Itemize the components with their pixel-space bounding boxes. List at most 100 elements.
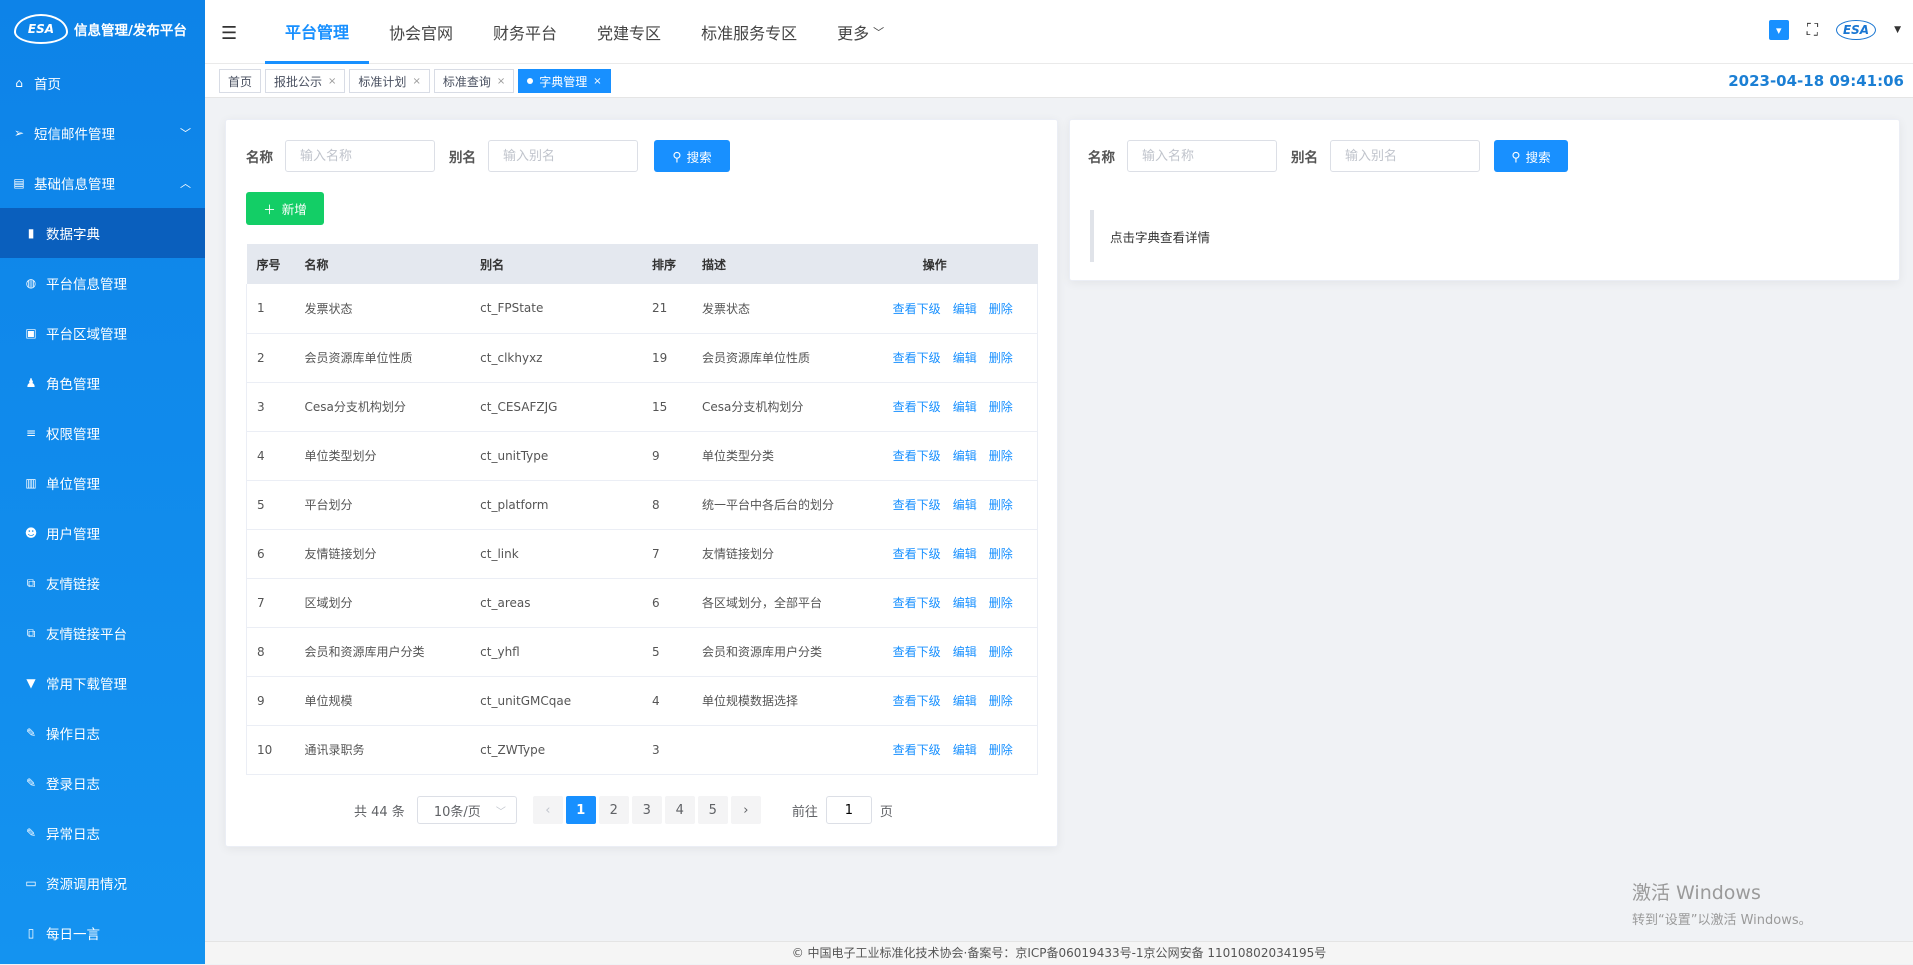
edit-link[interactable]: 编辑 xyxy=(953,400,977,414)
edit-link[interactable]: 编辑 xyxy=(953,351,977,365)
edit-link[interactable]: 编辑 xyxy=(953,547,977,561)
add-button[interactable]: ＋ 新增 xyxy=(246,192,324,225)
view-children-link[interactable]: 查看下级 xyxy=(893,743,941,757)
sidebar-item-users[interactable]: ☻ 用户管理 xyxy=(0,508,205,558)
view-children-link[interactable]: 查看下级 xyxy=(893,302,941,316)
delete-link[interactable]: 删除 xyxy=(989,645,1013,659)
view-children-link[interactable]: 查看下级 xyxy=(893,400,941,414)
sidebar-item-friend-link-platform[interactable]: ⧉ 友情链接平台 xyxy=(0,608,205,658)
next-page-button[interactable]: › xyxy=(730,796,761,824)
view-children-link[interactable]: 查看下级 xyxy=(893,694,941,708)
delete-link[interactable]: 删除 xyxy=(989,547,1013,561)
sidebar-item-exception-log[interactable]: ✎ 异常日志 xyxy=(0,808,205,858)
search-button[interactable]: ⚲ 搜索 xyxy=(654,140,730,172)
delete-link[interactable]: 删除 xyxy=(989,743,1013,757)
topnav-association-site[interactable]: 协会官网 xyxy=(369,0,473,64)
row-actions: 查看下级 编辑 删除 xyxy=(868,578,1038,628)
close-icon[interactable]: × xyxy=(412,76,420,87)
sidebar-item-data-dictionary[interactable]: ▮ 数据字典 xyxy=(0,208,205,258)
view-children-link[interactable]: 查看下级 xyxy=(893,645,941,659)
view-children-link[interactable]: 查看下级 xyxy=(893,449,941,463)
delete-link[interactable]: 删除 xyxy=(989,400,1013,414)
sidebar-item-downloads[interactable]: ▼ 常用下载管理 xyxy=(0,658,205,708)
user-avatar[interactable]: ESA xyxy=(1835,20,1877,40)
view-children-link[interactable]: 查看下级 xyxy=(893,351,941,365)
total-count: 共 44 条 xyxy=(354,804,405,820)
sidebar-item-platform-region[interactable]: ▣ 平台区域管理 xyxy=(0,308,205,358)
delete-link[interactable]: 删除 xyxy=(989,596,1013,610)
download-icon: ▼ xyxy=(26,676,36,690)
detail-name-search-input[interactable] xyxy=(1127,140,1277,172)
sidebar-item-roles[interactable]: ♟ 角色管理 xyxy=(0,358,205,408)
page-button-3[interactable]: 3 xyxy=(631,796,662,824)
close-icon[interactable]: × xyxy=(328,76,336,87)
topnav-more[interactable]: 更多 ﹀ xyxy=(817,0,904,64)
sidebar-item-resource-usage[interactable]: ▭ 资源调用情况 xyxy=(0,858,205,908)
prev-page-button[interactable]: ‹ xyxy=(532,796,563,824)
edit-link[interactable]: 编辑 xyxy=(953,694,977,708)
tab-standard-plan[interactable]: 标准计划 × xyxy=(349,69,430,93)
row-description: 各区域划分，全部平台 xyxy=(691,578,869,628)
topnav-platform-management[interactable]: 平台管理 xyxy=(265,0,370,64)
page-button-1[interactable]: 1 xyxy=(565,796,596,824)
delete-link[interactable]: 删除 xyxy=(989,694,1013,708)
dictionary-list-panel: 名称 别名 ⚲ 搜索 ＋ 新增 序号 名称 别名 排序 描述 操作 1发票状态c… xyxy=(225,119,1058,847)
page-button-2[interactable]: 2 xyxy=(598,796,629,824)
detail-search-button[interactable]: ⚲ 搜索 xyxy=(1494,140,1568,172)
edit-link[interactable]: 编辑 xyxy=(953,645,977,659)
sidebar-item-daily-quote[interactable]: ▯ 每日一言 xyxy=(0,908,205,958)
delete-link[interactable]: 删除 xyxy=(989,498,1013,512)
tabs-bar: 首页 报批公示 × 标准计划 × 标准查询 × 字典管理 × 2023-04-1… xyxy=(205,64,1913,98)
app-logo[interactable]: ESA 信息管理/发布平台 xyxy=(0,0,205,58)
table-row: 8 会员和资源库用户分类 ct_yhfl 5 会员和资源库用户分类 查看下级 编辑 删除 xyxy=(246,627,1038,677)
page-button-4[interactable]: 4 xyxy=(664,796,695,824)
topnav-standard-service[interactable]: 标准服务专区 xyxy=(681,0,817,64)
close-icon[interactable]: × xyxy=(497,76,505,87)
fullscreen-icon[interactable]: ⛶ xyxy=(1807,20,1818,40)
sidebar-item-platform-info[interactable]: ◍ 平台信息管理 xyxy=(0,258,205,308)
sidebar-item-login-log[interactable]: ✎ 登录日志 xyxy=(0,758,205,808)
detail-alias-search-input[interactable] xyxy=(1330,140,1480,172)
sidebar-item-home[interactable]: ⌂ 首页 xyxy=(0,58,205,108)
row-description: 友情链接划分 xyxy=(691,529,869,579)
close-icon[interactable]: × xyxy=(593,76,601,87)
edit-link[interactable]: 编辑 xyxy=(953,743,977,757)
search-icon: ⚲ xyxy=(1511,148,1521,164)
row-sort: 15 xyxy=(642,382,692,432)
topnav-party-building[interactable]: 党建专区 xyxy=(577,0,681,64)
tab-standard-query[interactable]: 标准查询 × xyxy=(433,69,515,93)
tab-dictionary-management[interactable]: 字典管理 × xyxy=(518,69,611,93)
caret-down-icon[interactable]: ▼ xyxy=(1894,25,1901,35)
plus-icon: ＋ xyxy=(263,202,276,217)
delete-link[interactable]: 删除 xyxy=(989,449,1013,463)
row-actions: 查看下级 编辑 删除 xyxy=(868,725,1038,775)
edit-link[interactable]: 编辑 xyxy=(953,498,977,512)
goto-page-input[interactable] xyxy=(825,796,872,824)
tab-approval-notice[interactable]: 报批公示 × xyxy=(265,69,346,93)
tab-home[interactable]: 首页 xyxy=(219,69,262,93)
view-children-link[interactable]: 查看下级 xyxy=(893,547,941,561)
view-children-link[interactable]: 查看下级 xyxy=(893,498,941,512)
sidebar-item-operation-log[interactable]: ✎ 操作日志 xyxy=(0,708,205,758)
external-link-icon: ⧉ xyxy=(26,575,36,590)
dropdown-toggle-icon[interactable]: ▾ xyxy=(1768,20,1789,40)
sidebar-item-permissions[interactable]: ≡ 权限管理 xyxy=(0,408,205,458)
topnav-finance-platform[interactable]: 财务平台 xyxy=(473,0,577,64)
edit-link[interactable]: 编辑 xyxy=(953,596,977,610)
menu-toggle-icon[interactable]: ☰ xyxy=(221,23,237,44)
home-icon: ⌂ xyxy=(15,76,23,90)
name-search-input[interactable] xyxy=(285,140,435,172)
delete-link[interactable]: 删除 xyxy=(989,302,1013,316)
delete-link[interactable]: 删除 xyxy=(989,351,1013,365)
alias-search-input[interactable] xyxy=(488,140,638,172)
row-index: 1 xyxy=(246,284,295,334)
page-size-select[interactable]: 10条/页 ﹀ xyxy=(416,796,517,824)
sidebar-item-basic-info[interactable]: ▤ 基础信息管理 ︿ xyxy=(0,158,205,208)
page-button-5[interactable]: 5 xyxy=(697,796,728,824)
sidebar-item-units[interactable]: ▥ 单位管理 xyxy=(0,458,205,508)
view-children-link[interactable]: 查看下级 xyxy=(893,596,941,610)
edit-link[interactable]: 编辑 xyxy=(953,302,977,316)
edit-link[interactable]: 编辑 xyxy=(953,449,977,463)
sidebar-item-sms-email[interactable]: ➢ 短信邮件管理 ﹀ xyxy=(0,108,205,158)
sidebar-item-friend-links[interactable]: ⧉ 友情链接 xyxy=(0,558,205,608)
